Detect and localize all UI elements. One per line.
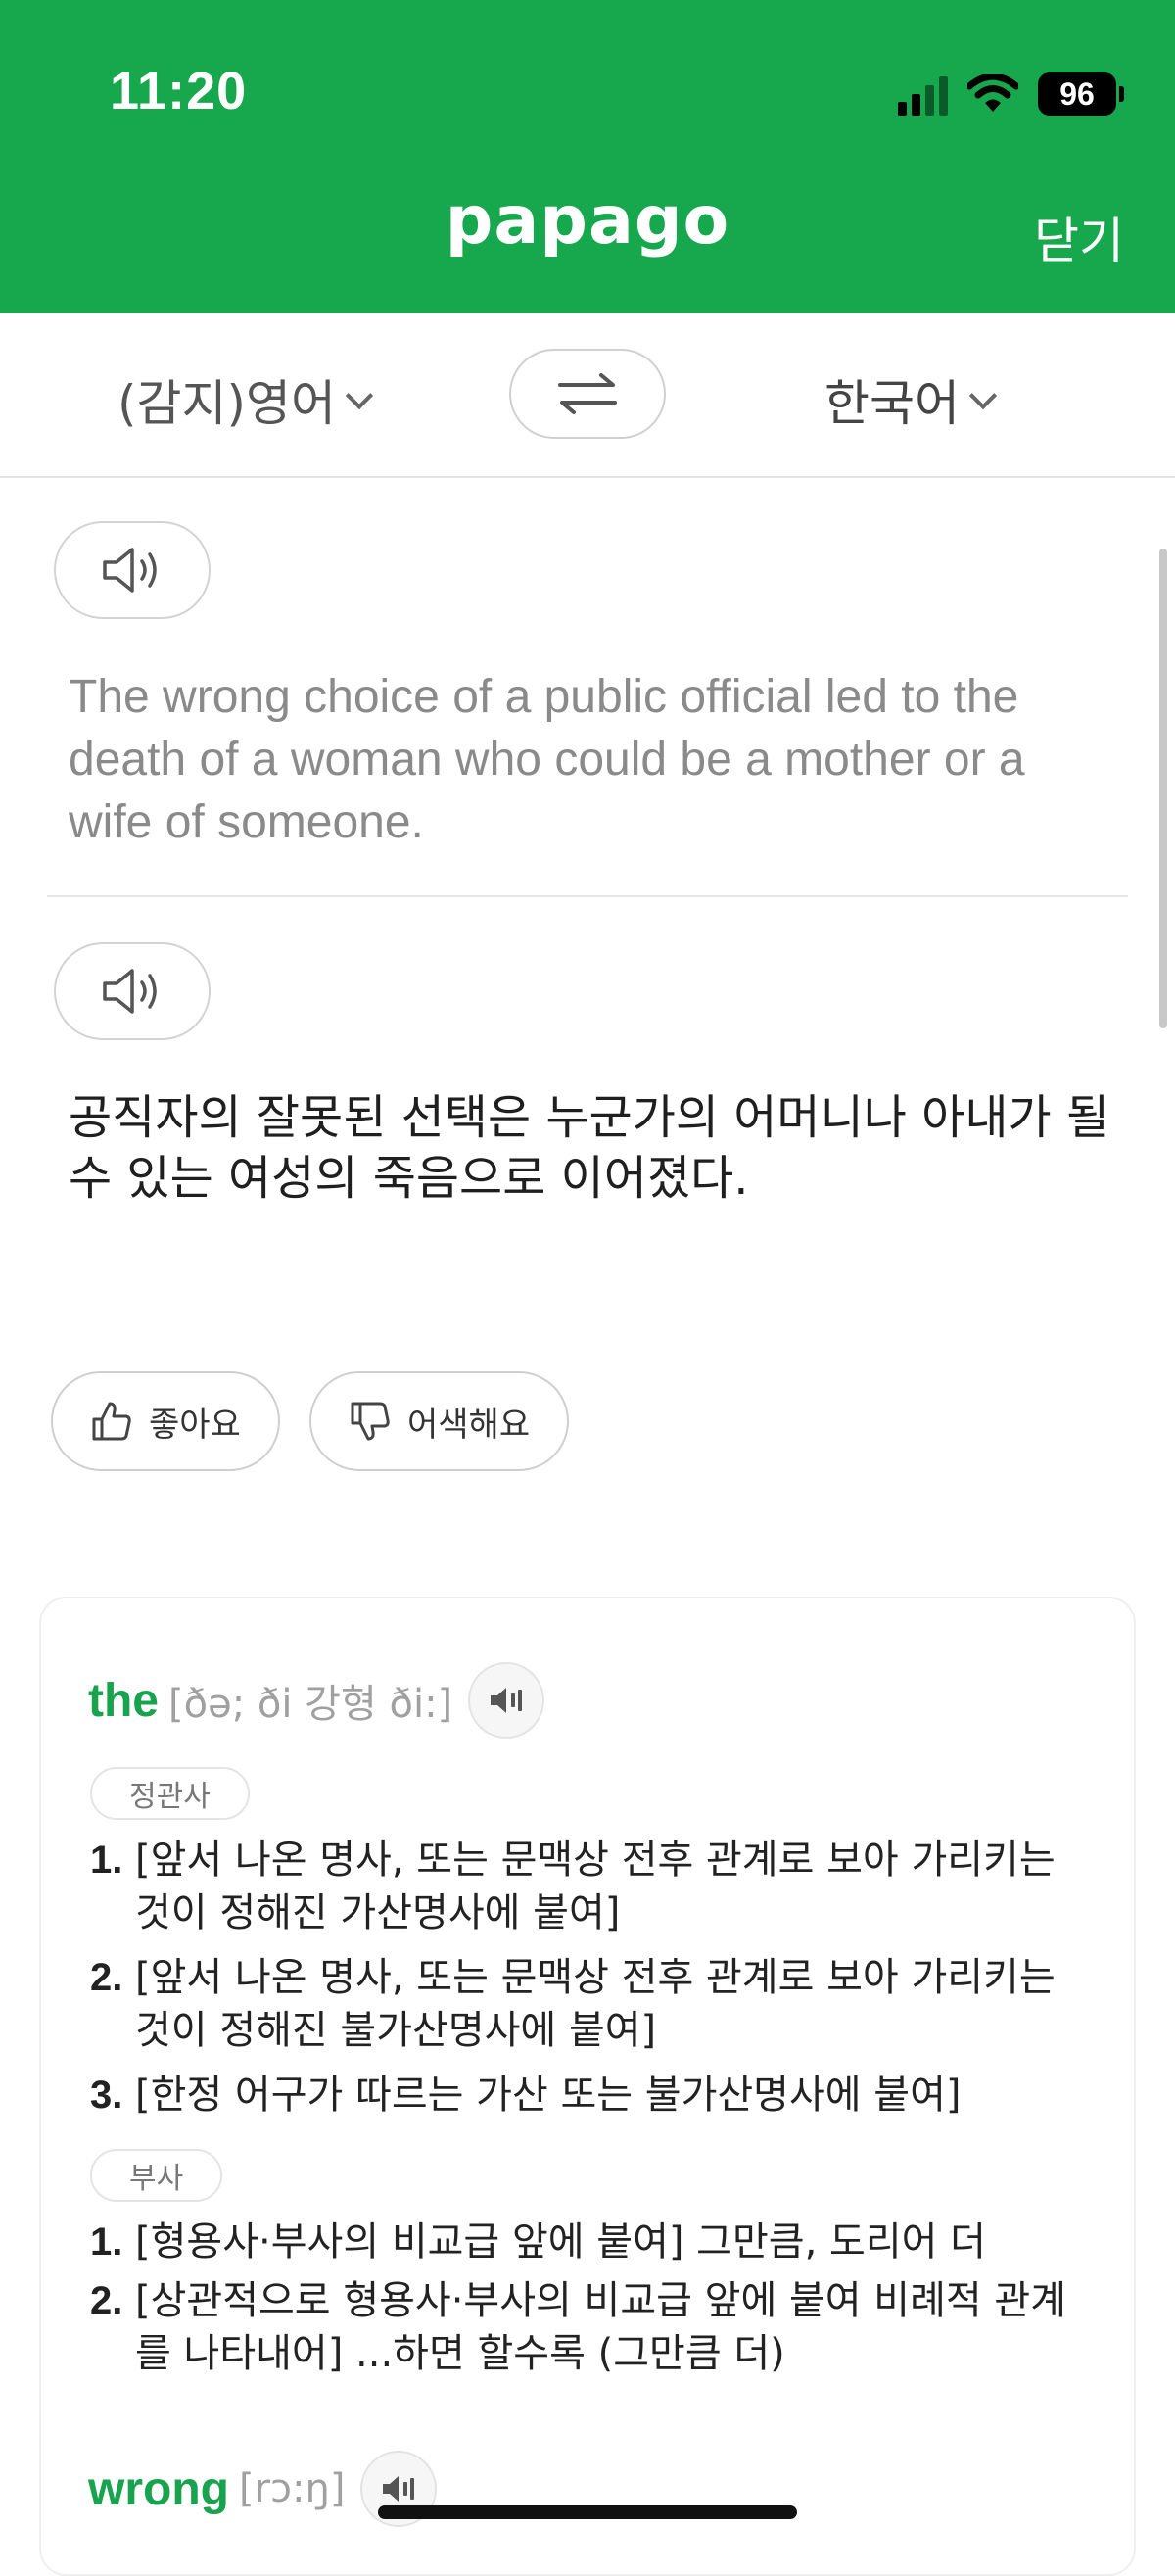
battery-icon: 96 <box>1038 72 1124 116</box>
target-language-label: 한국어 <box>824 375 960 432</box>
swap-arrows-icon <box>558 373 617 414</box>
definition-item: 1. [형용사·부사의 비교급 앞에 붙여] 그만큼, 도리어 더 <box>90 2216 1079 2268</box>
part-of-speech-tag: 부사 <box>90 2149 223 2202</box>
status-time: 11:20 <box>110 62 248 120</box>
speaker-icon <box>103 548 157 593</box>
close-button[interactable]: 닫기 <box>1034 202 1124 272</box>
definition-item: 2. [상관적으로 형용사·부사의 비교급 앞에 붙여 비례적 관계를 나타내어… <box>90 2274 1079 2380</box>
scrollbar[interactable] <box>1159 549 1167 1028</box>
speaker-icon <box>491 1688 523 1713</box>
dictionary-entry-header: the [ðə; ði 강형 ði:] <box>88 1662 545 1739</box>
cellular-signal-icon <box>898 72 948 116</box>
like-label: 좋아요 <box>149 1405 241 1445</box>
language-bar: (감지)영어 한국어 <box>0 313 1175 478</box>
definition-item: 1. [앞서 나온 명사, 또는 문맥상 전후 관계로 보아 가리키는 것이 정… <box>90 1834 1079 1939</box>
dictionary-word[interactable]: wrong <box>88 2462 229 2516</box>
chevron-down-icon <box>968 381 998 410</box>
definition-item: 3. [한정 어구가 따르는 가산 또는 불가산명사에 붙여] <box>90 2069 1079 2122</box>
thumbs-down-icon <box>351 1402 390 1441</box>
definition-item: 2. [앞서 나온 명사, 또는 문맥상 전후 관계로 보아 가리키는 것이 정… <box>90 1951 1079 2057</box>
speaker-icon <box>383 2476 415 2502</box>
definition-number: 1. <box>90 2220 123 2264</box>
home-indicator[interactable] <box>378 2505 797 2519</box>
definition-text: [형용사·부사의 비교급 앞에 붙여] 그만큼, 도리어 더 <box>135 2219 986 2265</box>
swap-languages-button[interactable] <box>509 349 666 439</box>
definition-text: [상관적으로 형용사·부사의 비교급 앞에 붙여 비례적 관계를 나타내어] .… <box>135 2278 1067 2376</box>
app-header: 11:20 96 papago 닫기 <box>0 0 1175 313</box>
definition-text: [앞서 나온 명사, 또는 문맥상 전후 관계로 보아 가리키는 것이 정해진 … <box>135 1837 1056 1935</box>
part-of-speech-tag: 정관사 <box>90 1767 250 1820</box>
definition-text: [앞서 나온 명사, 또는 문맥상 전후 관계로 보아 가리키는 것이 정해진 … <box>135 1955 1056 2053</box>
translated-text[interactable]: 공직자의 잘못된 선택은 누군가의 어머니나 아내가 될 수 있는 여성의 죽음… <box>69 1087 1126 1209</box>
app-title: papago <box>445 182 730 260</box>
source-text[interactable]: The wrong choice of a public official le… <box>69 666 1106 854</box>
definition-number: 2. <box>90 2279 123 2322</box>
dictionary-word[interactable]: the <box>88 1674 159 1728</box>
target-language-selector[interactable]: 한국어 <box>824 364 998 435</box>
divider <box>47 895 1128 897</box>
status-indicators: 96 <box>898 67 1124 121</box>
dictionary-card: the [ðə; ði 강형 ði:] 정관사 1. [앞서 나온 명사, 또는… <box>39 1597 1136 2576</box>
definition-text: [한정 어구가 따르는 가산 또는 불가산명사에 붙여] <box>135 2073 962 2118</box>
dictionary-phonetic: [rɔ:ŋ] <box>238 2466 346 2511</box>
source-language-label: (감지)영어 <box>118 375 337 432</box>
definition-number: 2. <box>90 1956 123 1999</box>
target-speak-button[interactable] <box>54 942 211 1040</box>
dislike-label: 어색해요 <box>407 1405 531 1445</box>
word-speak-button[interactable] <box>468 1662 545 1739</box>
definition-number: 3. <box>90 2074 123 2117</box>
chevron-down-icon <box>345 381 374 410</box>
dictionary-phonetic: [ðə; ði 강형 ði:] <box>168 1682 453 1727</box>
dislike-button[interactable]: 어색해요 <box>309 1371 570 1471</box>
definition-number: 1. <box>90 1838 123 1882</box>
like-button[interactable]: 좋아요 <box>51 1371 280 1471</box>
speaker-icon <box>103 969 157 1014</box>
wifi-icon <box>967 74 1018 112</box>
thumbs-up-icon <box>92 1402 131 1441</box>
source-speak-button[interactable] <box>54 521 211 619</box>
source-language-selector[interactable]: (감지)영어 <box>118 364 374 435</box>
